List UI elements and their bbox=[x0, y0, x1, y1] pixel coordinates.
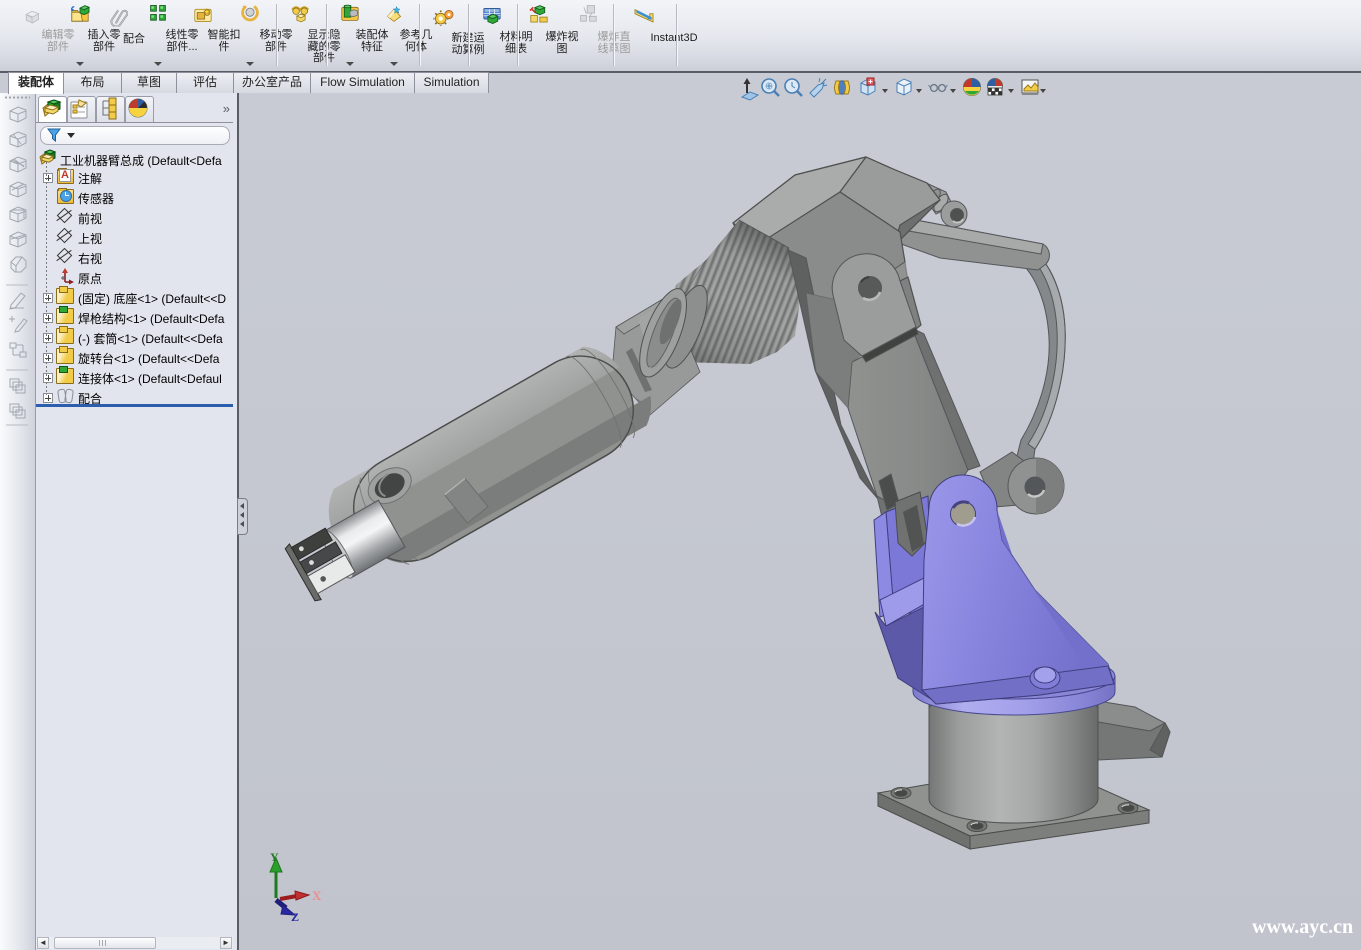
svg-text:Y: Y bbox=[270, 850, 279, 864]
svg-text:X: X bbox=[312, 888, 322, 903]
svg-text:Z: Z bbox=[291, 910, 299, 924]
